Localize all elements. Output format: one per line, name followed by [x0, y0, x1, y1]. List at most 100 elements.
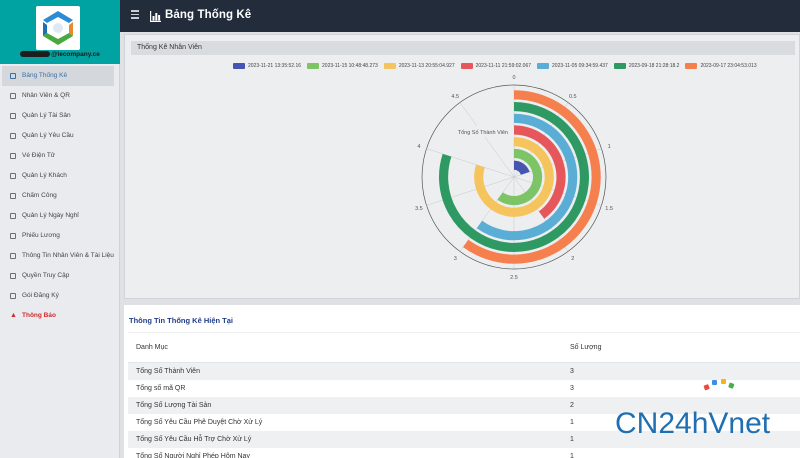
legend-label: 2023-11-21 13:35:52.16 [248, 63, 302, 69]
legend-swatch [685, 63, 698, 69]
legend-label: 2023-09-17 23:04:53.013 [700, 63, 757, 69]
legend-swatch [460, 63, 473, 69]
legend-item[interactable]: 2023-11-11 21:59:02.067 [460, 63, 532, 69]
app-root: @lecompany.ce Bảng Thống Kê Nhân Viên & Q… [0, 0, 800, 458]
menu-item-icon [10, 273, 16, 279]
stat-label: Tổng Số Yêu Cầu Hỗ Trợ Chờ Xử Lý [128, 430, 562, 448]
menu-item-icon [10, 133, 16, 139]
sidebar-item-label: Nhân Viên & QR [22, 92, 70, 99]
polar-tick-label: 3.5 [415, 206, 423, 212]
polar-grid-line [459, 102, 515, 178]
sidebar-item[interactable]: Quản Lý Khách [0, 166, 120, 186]
chart-card: Thống Kê Nhân Viên 0 0.5 1 1.5 2 2.5 3 3.5 4 4.5 T… [124, 34, 800, 299]
chart-legend: 2023-11-21 13:35:52.16 2023-11-15 10:48:4… [233, 63, 757, 69]
sidebar-item-label: Quản Lý Ngày Nghỉ [22, 212, 79, 219]
watermark-logo: CN24hVnet [615, 379, 771, 440]
stats-title: Thông Tin Thống Kê Hiện Tại [129, 316, 234, 325]
sidebar-item-label: Quản Lý Khách [22, 172, 67, 179]
page-title: Bảng Thống Kê [165, 9, 252, 21]
sidebar-item-label: Chấm Công [22, 192, 57, 199]
stat-label: Tổng Số Người Nghỉ Phép Hôm Nay [128, 447, 562, 458]
stat-label: Tổng số mã QR [128, 379, 562, 397]
sidebar-item-label: Quyền Truy Cập [22, 272, 70, 279]
polar-tick-label: 4 [417, 144, 420, 150]
sidebar-item-label: Thông Tin Nhân Viên & Tài Liệu [22, 252, 114, 259]
polar-tick-label: 1.5 [605, 206, 613, 212]
menu-item-icon [10, 213, 16, 219]
sidebar-menu: Bảng Thống Kê Nhân Viên & QR Quản Lý Tài S… [0, 66, 120, 326]
topbar: Bảng Thống Kê [120, 0, 800, 32]
sidebar-item[interactable]: Vé Điện Tử [0, 146, 120, 166]
menu-item-icon [10, 173, 16, 179]
polar-tick-label: 3 [454, 256, 457, 262]
table-header-row: Danh Mục Số Lượng [128, 332, 800, 363]
menu-item-icon [10, 113, 16, 119]
polar-tick-label: 2 [571, 256, 574, 262]
menu-item-icon [10, 293, 16, 299]
legend-label: 2023-11-13 20:55:04.927 [398, 63, 455, 69]
legend-item[interactable]: 2023-11-05 09:34:59.437 [537, 63, 608, 69]
legend-swatch [537, 63, 550, 69]
menu-item-icon [10, 93, 16, 99]
polar-tick-label: 1 [608, 144, 611, 150]
sidebar-item[interactable]: Quản Lý Ngày Nghỉ [0, 206, 120, 226]
stat-label: Tổng Số Yêu Cầu Phê Duyệt Chờ Xử Lý [128, 413, 562, 431]
legend-item[interactable]: 2023-09-18 21:28:18.2 [613, 63, 680, 69]
sidebar-item-label: Thông Báo [22, 312, 56, 319]
column-header-quantity: Số Lượng [562, 332, 800, 363]
stat-label: Tổng Số Thành Viên [128, 362, 562, 380]
hamburger-menu-icon[interactable] [131, 10, 139, 20]
account-email: @lecompany.ce [0, 51, 120, 58]
legend-swatch [613, 63, 626, 69]
table-row: Tổng Số Người Nghỉ Phép Hôm Nay 1 [128, 447, 800, 458]
legend-swatch [233, 63, 245, 69]
legend-label: 2023-09-18 21:28:18.2 [628, 63, 680, 69]
sidebar: @lecompany.ce Bảng Thống Kê Nhân Viên & Q… [0, 0, 120, 458]
company-logo[interactable] [36, 6, 80, 50]
sidebar-item-label: Gói Đăng Ký [22, 292, 59, 299]
sidebar-item[interactable]: Quản Lý Yêu Cầu [0, 126, 120, 146]
sidebar-item-label: Phiếu Lương [22, 232, 60, 239]
polar-bar[interactable] [497, 148, 543, 206]
polar-bar-chart: 0 0.5 1 1.5 2 2.5 3 3.5 4 4.5 Tổng Số Thành Viên [415, 75, 613, 281]
legend-label: 2023-11-11 21:59:02.067 [475, 63, 532, 69]
stat-label: Tổng Số Lượng Tài Sản [128, 396, 562, 414]
stat-value: 1 [562, 447, 800, 458]
menu-item-icon [10, 73, 16, 79]
menu-item-icon [10, 233, 16, 239]
legend-item[interactable]: 2023-09-17 23:04:53.013 [685, 63, 757, 69]
chart-axis-label: Tổng Số Thành Viên [458, 129, 508, 136]
menu-item-icon [10, 153, 16, 159]
polar-tick-label: 2.5 [510, 275, 518, 281]
legend-swatch [383, 63, 396, 69]
sidebar-item-label: Quản Lý Yêu Cầu [22, 132, 74, 139]
sidebar-item[interactable]: ▲ Thông Báo [0, 306, 120, 326]
bar-chart-icon [150, 11, 161, 22]
account-email-text: @lecompany.ce [51, 51, 100, 58]
sidebar-item[interactable]: Gói Đăng Ký [0, 286, 120, 306]
sidebar-item[interactable]: Thông Tin Nhân Viên & Tài Liệu [0, 246, 120, 266]
legend-swatch [307, 63, 320, 69]
legend-label: 2023-11-15 10:48:48.273 [322, 63, 378, 69]
sidebar-item-label: Vé Điện Tử [22, 152, 56, 159]
sidebar-item[interactable]: Nhân Viên & QR [0, 86, 120, 106]
redacted-mask [20, 51, 51, 58]
legend-item[interactable]: 2023-11-13 20:55:04.927 [383, 63, 455, 69]
watermark-text: CN24hVnet [615, 407, 771, 440]
sidebar-item[interactable]: Quyền Truy Cập [0, 266, 120, 286]
sidebar-item-label: Quản Lý Tài Sản [22, 112, 71, 119]
column-header-category: Danh Mục [128, 332, 562, 363]
sidebar-item[interactable]: Quản Lý Tài Sản [0, 106, 120, 126]
sidebar-item[interactable]: Phiếu Lương [0, 226, 120, 246]
sidebar-item[interactable]: Bảng Thống Kê [2, 66, 114, 86]
bell-icon: ▲ [10, 312, 17, 319]
legend-item[interactable]: 2023-11-21 13:35:52.16 [233, 63, 301, 69]
sidebar-item[interactable]: Chấm Công [0, 186, 120, 206]
menu-item-icon [10, 193, 16, 199]
polar-bar[interactable] [513, 160, 530, 176]
brand-header: @lecompany.ce [0, 0, 120, 64]
menu-item-icon [10, 253, 16, 259]
polar-tick-label: 0.5 [569, 94, 577, 100]
legend-item[interactable]: 2023-11-15 10:48:48.273 [307, 63, 378, 69]
sidebar-item-label: Bảng Thống Kê [22, 72, 68, 79]
